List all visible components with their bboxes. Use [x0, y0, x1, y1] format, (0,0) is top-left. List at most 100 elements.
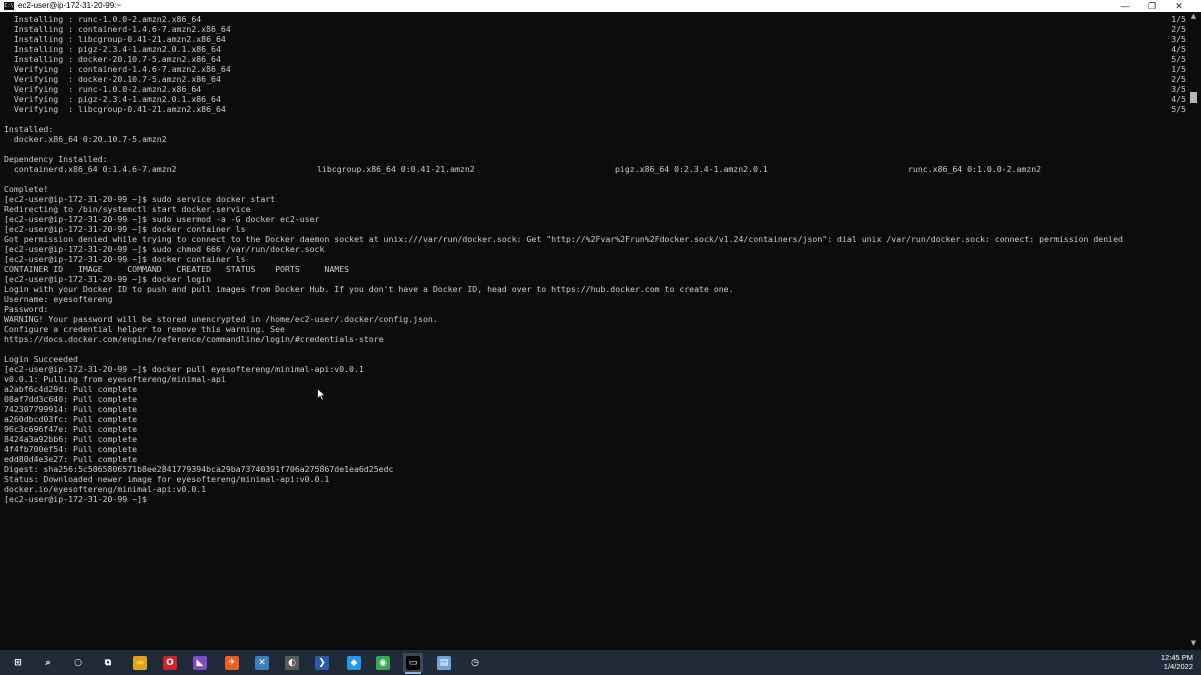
terminal-line-text: Verifying : pigz-2.3.4-1.amzn2.0.1.x86_6…	[4, 94, 221, 104]
terminal-line: [ec2-user@ip-172-31-20-99 ~]$ sudo userm…	[4, 214, 1184, 224]
terminal-app-icon: C:\	[4, 2, 14, 10]
close-button[interactable]: ✕	[1166, 0, 1192, 12]
terminal-line: Configure a credential helper to remove …	[4, 324, 1184, 334]
terminal-line-text: 96c3c696f47e: Pull complete	[4, 424, 138, 434]
clock-app-icon: ◷	[471, 657, 479, 668]
terminal-line: Password:	[4, 304, 1184, 314]
terminal-line-text: Login with your Docker ID to push and pu…	[4, 284, 734, 294]
scroll-up-arrow-icon[interactable]: ▲	[1189, 12, 1198, 21]
terminal-line: [ec2-user@ip-172-31-20-99 ~]$ docker log…	[4, 274, 1184, 284]
search-icon: ⌕	[45, 657, 51, 668]
terminal-line: 8424a3a92bb6: Pull complete	[4, 434, 1184, 444]
terminal-line-text: [ec2-user@ip-172-31-20-99 ~]$ docker con…	[4, 224, 246, 234]
install-progress-counter: 2/5	[1171, 24, 1186, 34]
windows-start-icon: ⊞	[14, 657, 22, 668]
terminal-line: a260dbcd03fc: Pull complete	[4, 414, 1184, 424]
taskbar-item-chrome[interactable]: ◉	[373, 653, 393, 672]
terminal-line-text: [ec2-user@ip-172-31-20-99 ~]$ sudo chmod…	[4, 244, 325, 254]
terminal-line: Installing : docker-20.10.7-5.amzn2.x86_…	[4, 54, 1186, 64]
clock-time: 12:45 PM	[1160, 653, 1193, 662]
install-progress-counter: 2/5	[1171, 74, 1186, 84]
scrollbar-thumb[interactable]	[1190, 92, 1197, 103]
terminal-line-text: [ec2-user@ip-172-31-20-99 ~]$ docker log…	[4, 274, 212, 284]
terminal-line-text: [ec2-user@ip-172-31-20-99 ~]$ docker con…	[4, 254, 246, 264]
terminal-line: 4f4fb700ef54: Pull complete	[4, 444, 1184, 454]
terminal-line-text: Installing : docker-20.10.7-5.amzn2.x86_…	[4, 54, 221, 64]
terminal-line-text: [ec2-user@ip-172-31-20-99 ~]$ sudo servi…	[4, 194, 276, 204]
window-title-bar[interactable]: C:\ ec2-user@ip-172-31-20-99:~ — ❐ ✕	[0, 0, 1201, 12]
taskbar-item-powershell[interactable]: ❯	[312, 653, 332, 672]
terminal-line: [ec2-user@ip-172-31-20-99 ~]$ sudo servi…	[4, 194, 1184, 204]
terminal-line-text: v0.0.1: Pulling from eyesoftereng/minima…	[4, 374, 226, 384]
terminal-line: Login with your Docker ID to push and pu…	[4, 284, 1184, 294]
clock-date: 1/4/2022	[1163, 662, 1193, 671]
terminal-line-text: Login Succeeded	[4, 354, 78, 364]
terminal-line: docker.x86_64 0:20.10.7-5.amzn2	[4, 134, 1184, 144]
terminal-line-text: Dependency Installed:	[4, 154, 108, 164]
terminal-line: Redirecting to /bin/systemctl start dock…	[4, 204, 1184, 214]
terminal-line: [ec2-user@ip-172-31-20-99 ~]$ docker con…	[4, 224, 1184, 234]
terminal-lines: Installing : runc-1.0.0-2.amzn2.x86_64 1/…	[4, 14, 1186, 504]
terminal-line-text: runc.x86_64 0:1.0.0-2.amzn2	[908, 164, 1042, 174]
taskbar-item-terminal[interactable]: ▭	[403, 653, 423, 674]
taskbar-item-file-explorer[interactable]: ▬	[130, 653, 150, 672]
terminal-line-text: WARNING! Your password will be stored un…	[4, 314, 438, 324]
terminal-line: Complete!	[4, 184, 1184, 194]
terminal-line-text: Configure a credential helper to remove …	[4, 324, 285, 334]
terminal-line-text: Got permission denied while trying to co…	[4, 234, 1123, 244]
taskbar-item-cortana[interactable]: ○	[68, 653, 88, 672]
terminal-output[interactable]: Installing : runc-1.0.0-2.amzn2.x86_64 1/…	[0, 12, 1186, 650]
system-clock[interactable]: 12:45 PM 1/4/2022	[1153, 653, 1193, 671]
mouse-pointer-icon	[317, 388, 326, 401]
sql-management-studio-icon: ✕	[255, 655, 269, 670]
visual-studio-installer-icon: ◐	[285, 655, 299, 670]
taskbar-item-task-view[interactable]: ⧉	[98, 653, 118, 672]
terminal-line: Verifying : pigz-2.3.4-1.amzn2.0.1.x86_6…	[4, 94, 1186, 104]
opera-icon: O	[163, 655, 177, 670]
task-view-icon: ⧉	[104, 657, 112, 668]
taskbar-item-sql-management-studio[interactable]: ✕	[252, 653, 272, 672]
terminal-line-text: Installing : pigz-2.3.4-1.amzn2.0.1.x86_…	[4, 44, 221, 54]
window-title: ec2-user@ip-172-31-20-99:~	[18, 1, 122, 10]
terminal-line: Installing : containerd-1.4.6-7.amzn2.x8…	[4, 24, 1186, 34]
restore-button[interactable]: ❐	[1139, 0, 1165, 12]
terminal-line: Login Succeeded	[4, 354, 1184, 364]
taskbar-item-visual-studio[interactable]: ◣	[190, 653, 210, 672]
terminal-line: 08af7dd3c640: Pull complete	[4, 394, 1184, 404]
taskbar-item-clock-app[interactable]: ◷	[465, 653, 485, 672]
terminal-line-text: docker.x86_64 0:20.10.7-5.amzn2	[4, 134, 167, 144]
terminal-line: WARNING! Your password will be stored un…	[4, 314, 1184, 324]
minimize-button[interactable]: —	[1112, 0, 1138, 12]
terminal-line-text: containerd.x86_64 0:1.4.6-7.amzn2	[4, 164, 177, 174]
terminal-line: Verifying : containerd-1.4.6-7.amzn2.x86…	[4, 64, 1186, 74]
taskbar-item-visual-studio-installer[interactable]: ◐	[282, 653, 302, 672]
terminal-line-text: Redirecting to /bin/systemctl start dock…	[4, 204, 251, 214]
terminal-line: Installing : pigz-2.3.4-1.amzn2.0.1.x86_…	[4, 44, 1186, 54]
taskbar-item-notepad[interactable]: ▤	[434, 653, 454, 672]
terminal-scrollbar[interactable]: ▲ ▼	[1186, 12, 1201, 650]
file-explorer-icon: ▬	[133, 655, 147, 670]
terminal-line-text: 08af7dd3c640: Pull complete	[4, 394, 138, 404]
chrome-icon: ◉	[376, 655, 390, 670]
taskbar: ⊞ ⌕ ○ ⧉ ▬ O ◣ ✈ ✕ ◐ ❯ ◆ ◉ ▭ ▤ ◷ 12:45 PM 1/4/2022	[0, 650, 1201, 675]
install-progress-counter: 5/5	[1171, 104, 1186, 114]
terminal-line-text: 742307799914: Pull complete	[4, 404, 138, 414]
terminal-line-text: a2abf6c4d29d: Pull complete	[4, 384, 138, 394]
taskbar-item-search[interactable]: ⌕	[38, 653, 58, 672]
terminal-line: Digest: sha256:5c5065806571b8ee284177939…	[4, 464, 1184, 474]
terminal-line-text: Status: Downloaded newer image for eyeso…	[4, 474, 330, 484]
taskbar-item-opera[interactable]: O	[160, 653, 180, 672]
scroll-down-arrow-icon[interactable]: ▼	[1189, 639, 1198, 648]
taskbar-item-docker[interactable]: ◆	[344, 653, 364, 672]
terminal-line-text: CONTAINER ID IMAGE COMMAND CREATED STATU…	[4, 264, 350, 274]
taskbar-item-postman[interactable]: ✈	[222, 653, 242, 672]
terminal-line: [ec2-user@ip-172-31-20-99 ~]$ docker pul…	[4, 364, 1184, 374]
terminal-line: [ec2-user@ip-172-31-20-99 ~]$ sudo chmod…	[4, 244, 1184, 254]
install-progress-counter: 3/5	[1171, 84, 1186, 94]
terminal-line-text: https://docs.docker.com/engine/reference…	[4, 334, 384, 344]
taskbar-item-windows-start[interactable]: ⊞	[8, 653, 28, 672]
